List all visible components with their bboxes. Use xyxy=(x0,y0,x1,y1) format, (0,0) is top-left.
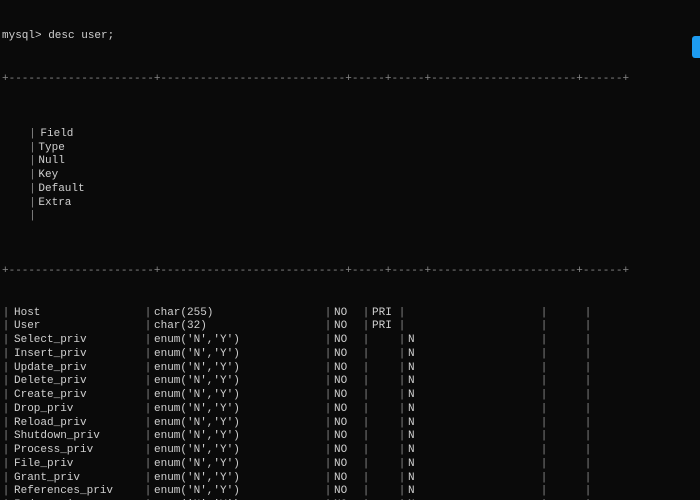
table-row: |Process_priv|enum('N','Y')|NO||N|| xyxy=(2,444,700,458)
cell-type: enum('N','Y') xyxy=(152,403,324,417)
col-header-extra: Extra xyxy=(36,197,72,211)
table-row: |User|char(32)|NO|PRI||| xyxy=(2,320,700,334)
cell-field: Insert_priv xyxy=(10,348,144,362)
cell-default: N xyxy=(406,444,540,458)
cell-null: NO xyxy=(332,362,362,376)
cell-type: char(255) xyxy=(152,307,324,321)
cell-type: enum('N','Y') xyxy=(152,458,324,472)
table-row: |Shutdown_priv|enum('N','Y')|NO||N|| xyxy=(2,430,700,444)
table-border-top: +----------------------+----------------… xyxy=(2,73,700,87)
cell-type: enum('N','Y') xyxy=(152,472,324,486)
cell-field: Grant_priv xyxy=(10,472,144,486)
cell-field: Reload_priv xyxy=(10,417,144,431)
table-row: |References_priv|enum('N','Y')|NO||N|| xyxy=(2,485,700,499)
cell-null: NO xyxy=(332,444,362,458)
cell-null: NO xyxy=(332,458,362,472)
cell-type: enum('N','Y') xyxy=(152,417,324,431)
cell-default: N xyxy=(406,458,540,472)
cell-null: NO xyxy=(332,307,362,321)
cell-type: enum('N','Y') xyxy=(152,375,324,389)
table-row: |Delete_priv|enum('N','Y')|NO||N|| xyxy=(2,375,700,389)
cell-default: N xyxy=(406,472,540,486)
cell-field: References_priv xyxy=(10,485,144,499)
table-row: |Create_priv|enum('N','Y')|NO||N|| xyxy=(2,389,700,403)
mysql-prompt: mysql> desc user; xyxy=(2,30,700,44)
cell-default: N xyxy=(406,375,540,389)
terminal-output[interactable]: mysql> desc user; +---------------------… xyxy=(0,0,700,500)
cell-default: N xyxy=(406,417,540,431)
cell-null: NO xyxy=(332,320,362,334)
cell-field: Shutdown_priv xyxy=(10,430,144,444)
cell-field: File_priv xyxy=(10,458,144,472)
cell-type: enum('N','Y') xyxy=(152,348,324,362)
col-header-default: Default xyxy=(36,183,170,197)
cell-null: NO xyxy=(332,375,362,389)
cell-key: PRI xyxy=(370,307,398,321)
cell-field: Drop_priv xyxy=(10,403,144,417)
col-header-field: Field xyxy=(36,128,170,142)
cell-field: Host xyxy=(10,307,144,321)
cell-null: NO xyxy=(332,348,362,362)
cell-field: Create_priv xyxy=(10,389,144,403)
table-row: |Drop_priv|enum('N','Y')|NO||N|| xyxy=(2,403,700,417)
cell-default: N xyxy=(406,485,540,499)
cell-key: PRI xyxy=(370,320,398,334)
cell-null: NO xyxy=(332,417,362,431)
col-header-null: Null xyxy=(36,155,66,169)
cell-type: enum('N','Y') xyxy=(152,444,324,458)
cell-field: Process_priv xyxy=(10,444,144,458)
cell-type: enum('N','Y') xyxy=(152,362,324,376)
table-row: |Select_priv|enum('N','Y')|NO||N|| xyxy=(2,334,700,348)
cell-field: Update_priv xyxy=(10,362,144,376)
cell-null: NO xyxy=(332,472,362,486)
cell-default: N xyxy=(406,430,540,444)
cell-null: NO xyxy=(332,334,362,348)
table-row: |Grant_priv|enum('N','Y')|NO||N|| xyxy=(2,472,700,486)
cell-default: N xyxy=(406,362,540,376)
col-header-type: Type xyxy=(36,142,208,156)
cell-type: enum('N','Y') xyxy=(152,334,324,348)
table-row: |File_priv|enum('N','Y')|NO||N|| xyxy=(2,458,700,472)
cell-null: NO xyxy=(332,430,362,444)
cell-type: enum('N','Y') xyxy=(152,485,324,499)
table-row: |Insert_priv|enum('N','Y')|NO||N|| xyxy=(2,348,700,362)
side-tab-icon[interactable] xyxy=(692,36,700,58)
cell-null: NO xyxy=(332,403,362,417)
cell-field: User xyxy=(10,320,144,334)
cell-default: N xyxy=(406,334,540,348)
col-header-key: Key xyxy=(36,169,64,183)
table-row: |Host|char(255)|NO|PRI||| xyxy=(2,307,700,321)
table-row: |Update_priv|enum('N','Y')|NO||N|| xyxy=(2,362,700,376)
cell-type: char(32) xyxy=(152,320,324,334)
cell-default: N xyxy=(406,389,540,403)
cell-default: N xyxy=(406,348,540,362)
cell-field: Select_priv xyxy=(10,334,144,348)
table-header-row: |Field |Type |Null |Key |Default |Extra … xyxy=(2,114,700,238)
cell-null: NO xyxy=(332,389,362,403)
table-row: |Reload_priv|enum('N','Y')|NO||N|| xyxy=(2,417,700,431)
table-border-mid: +----------------------+----------------… xyxy=(2,265,700,279)
cell-default: N xyxy=(406,403,540,417)
cell-field: Delete_priv xyxy=(10,375,144,389)
cell-null: NO xyxy=(332,485,362,499)
cell-type: enum('N','Y') xyxy=(152,430,324,444)
cell-type: enum('N','Y') xyxy=(152,389,324,403)
